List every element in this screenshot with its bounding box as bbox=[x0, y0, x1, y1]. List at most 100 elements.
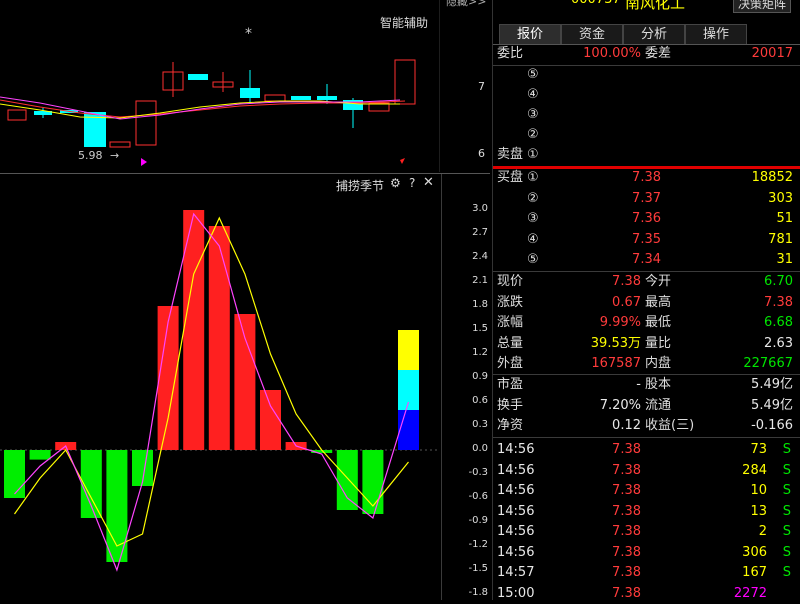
stat-value: 7.38 bbox=[764, 294, 793, 310]
sell-level-2[interactable]: ② bbox=[497, 125, 797, 145]
tick-row[interactable]: 14:56 7.38 73 S bbox=[497, 440, 797, 460]
tick-side: S bbox=[782, 503, 791, 519]
stat-value: 7.38 bbox=[612, 274, 641, 289]
tab-quote[interactable]: 报价 bbox=[499, 24, 561, 45]
axis-tick-label: -1.5 bbox=[468, 563, 488, 574]
quote-panel: 000737 南风化工 决策矩阵 报价 资金 分析 操作 委比 100.00% … bbox=[492, 0, 800, 601]
stat-label: 净资 bbox=[497, 418, 524, 433]
tick-price: 7.38 bbox=[612, 462, 641, 478]
axis-tick-label: 0.3 bbox=[472, 419, 488, 430]
axis-tick-label: 0.0 bbox=[472, 443, 488, 454]
price-tick-7: 7 bbox=[478, 80, 485, 93]
tick-row[interactable]: 14:57 7.38 167 S bbox=[497, 563, 797, 583]
tick-side: S bbox=[782, 544, 791, 560]
tick-side: S bbox=[782, 565, 791, 580]
buy-price: 7.35 bbox=[632, 231, 661, 247]
axis-tick-label: -1.2 bbox=[468, 539, 488, 550]
tick-volume: 73 bbox=[750, 442, 767, 457]
low-price-label: 5.98 bbox=[78, 149, 103, 162]
chart-area: 隐藏>> 智能辅助 * 5.98 → 7 6 捕捞季节 ⚙ ? ✕ 3.0 2.… bbox=[0, 0, 490, 600]
stat-value: 6.70 bbox=[764, 274, 793, 289]
sell-level-label: ④ bbox=[527, 87, 539, 102]
sell-level-label: ② bbox=[527, 127, 539, 142]
stat-label: 最低 bbox=[645, 315, 672, 330]
buy-label: 买盘 bbox=[497, 170, 524, 185]
tick-side: S bbox=[782, 442, 791, 457]
tick-row[interactable]: 14:56 7.38 2 S bbox=[497, 522, 797, 542]
tick-price: 7.38 bbox=[612, 544, 641, 560]
tick-row[interactable]: 14:56 7.38 13 S bbox=[497, 502, 797, 522]
weibi-row: 委比 100.00% 委差 20017 bbox=[497, 44, 797, 64]
tick-row[interactable]: 14:56 7.38 10 S bbox=[497, 481, 797, 501]
buy-level-1[interactable]: 买盘 ① 7.38 18852 bbox=[497, 168, 797, 188]
stat-label: 内盘 bbox=[645, 356, 672, 371]
candle bbox=[291, 96, 311, 100]
indicator-svg[interactable] bbox=[0, 174, 440, 600]
stat-value: 9.99% bbox=[599, 315, 641, 330]
tick-row[interactable]: 14:56 7.38 306 S bbox=[497, 543, 797, 563]
buy-level-label: ② bbox=[527, 190, 539, 206]
buy-level-5[interactable]: ⑤ 7.34 31 bbox=[497, 250, 797, 270]
tab-capital[interactable]: 资金 bbox=[561, 24, 623, 45]
buy-volume: 303 bbox=[768, 190, 793, 206]
stat-label: 收益(三) bbox=[645, 418, 695, 433]
stat-label: 现价 bbox=[497, 274, 524, 289]
axis-tick-label: 2.7 bbox=[472, 227, 488, 238]
tick-price: 7.38 bbox=[612, 503, 641, 519]
axis-divider bbox=[441, 174, 442, 600]
tick-volume: 306 bbox=[742, 544, 767, 560]
tick-time: 14:56 bbox=[497, 442, 535, 457]
tick-side: S bbox=[782, 462, 791, 478]
indicator-bar bbox=[234, 314, 256, 450]
kline-svg bbox=[0, 0, 440, 172]
decision-matrix-button[interactable]: 决策矩阵 bbox=[733, 0, 792, 13]
tick-volume: 10 bbox=[750, 483, 767, 498]
sell-level-1[interactable]: 卖盘 ① bbox=[497, 145, 797, 165]
tick-volume: 284 bbox=[742, 462, 767, 478]
hide-panel-link[interactable]: 隐藏>> bbox=[446, 0, 486, 9]
stat-value: 6.68 bbox=[764, 315, 793, 330]
stat-label: 流通 bbox=[645, 397, 672, 413]
candle bbox=[135, 100, 157, 146]
buy-volume: 51 bbox=[776, 211, 793, 226]
sell-label: 卖盘 bbox=[497, 147, 524, 162]
axis-tick-label: 1.8 bbox=[472, 299, 488, 310]
axis-tick-label: -1.8 bbox=[468, 587, 488, 598]
price-tick-6: 6 bbox=[478, 147, 485, 160]
tick-price: 7.38 bbox=[612, 565, 641, 580]
stat-value: 167587 bbox=[591, 356, 641, 371]
buy-price: 7.36 bbox=[632, 211, 661, 226]
buy-level-2[interactable]: ② 7.37 303 bbox=[497, 189, 797, 209]
stat-label: 股本 bbox=[645, 377, 672, 392]
kline-panel[interactable]: 隐藏>> 智能辅助 * 5.98 → 7 6 bbox=[0, 0, 490, 172]
buy-level-4[interactable]: ④ 7.35 781 bbox=[497, 230, 797, 250]
axis-tick-label: 2.1 bbox=[472, 275, 488, 286]
stock-code: 000737 bbox=[571, 0, 621, 7]
sell-level-5[interactable]: ⑤ bbox=[497, 65, 797, 85]
tick-row[interactable]: 14:56 7.38 284 S bbox=[497, 461, 797, 481]
tab-operation[interactable]: 操作 bbox=[685, 24, 747, 45]
buy-level-label: ① bbox=[527, 170, 539, 185]
weibi-label: 委比 bbox=[497, 46, 524, 61]
buy-level-label: ⑤ bbox=[527, 252, 539, 267]
tick-row[interactable]: 15:00 7.38 2272 bbox=[497, 584, 797, 604]
sell-level-3[interactable]: ③ bbox=[497, 105, 797, 125]
stat-row: 净资 0.12 收益(三) -0.166 bbox=[497, 416, 797, 436]
divider bbox=[493, 437, 800, 438]
buy-level-3[interactable]: ③ 7.36 51 bbox=[497, 209, 797, 229]
stat-row: 涨跌 0.67 最高 7.38 bbox=[497, 293, 797, 313]
candle bbox=[394, 59, 416, 105]
axis-tick-label: -0.6 bbox=[468, 491, 488, 502]
axis-tick-label: 0.9 bbox=[472, 371, 488, 382]
stat-label: 今开 bbox=[645, 274, 672, 289]
sell-level-4[interactable]: ④ bbox=[497, 85, 797, 105]
indicator-bar bbox=[260, 390, 281, 450]
stat-row: 现价 7.38 今开 6.70 bbox=[497, 272, 797, 292]
low-arrow-marker bbox=[141, 158, 147, 166]
axis-tick-label: -0.3 bbox=[468, 467, 488, 478]
tick-volume: 2 bbox=[758, 524, 767, 539]
tab-analysis[interactable]: 分析 bbox=[623, 24, 685, 45]
buy-level-label: ④ bbox=[527, 231, 539, 247]
indicator-bar-segment bbox=[398, 330, 419, 370]
tick-time: 14:56 bbox=[497, 524, 535, 539]
